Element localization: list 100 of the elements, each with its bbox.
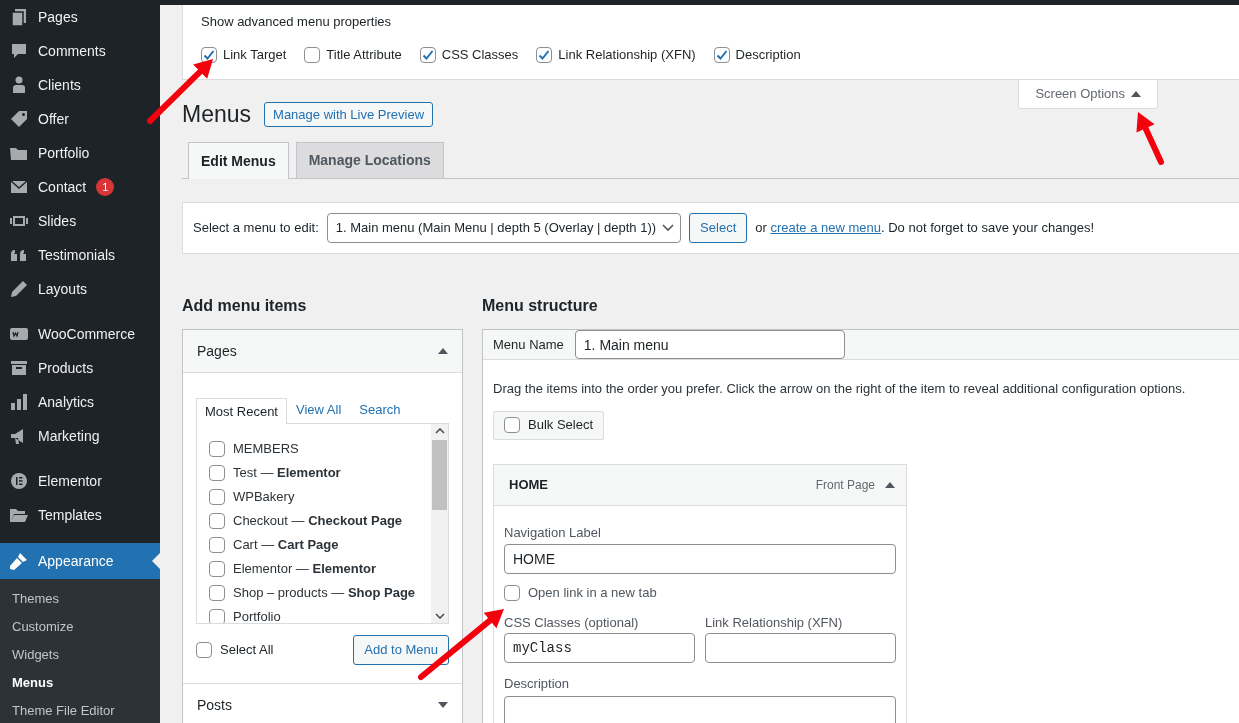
page-label: Elementor — Elementor: [233, 560, 377, 579]
section-heading: Add menu items: [182, 296, 308, 314]
section-heading: Menu structure: [482, 296, 599, 314]
field-label: Select a menu to edit:: [193, 219, 319, 238]
checkbox-label: Description: [735, 46, 801, 64]
checkbox[interactable]: [713, 46, 730, 63]
accordion-header[interactable]: Pages: [183, 330, 462, 373]
field-label: Navigation Label: [504, 523, 602, 542]
field-label: Link Relationship (XFN): [705, 613, 844, 632]
tab[interactable]: Edit Menus: [188, 142, 289, 179]
submenu-item[interactable]: Widgets: [0, 641, 160, 669]
chevron-down-icon: [662, 224, 675, 232]
live-preview-button[interactable]: Manage with Live Preview: [264, 102, 434, 127]
create-menu-link[interactable]: create a new menu: [770, 220, 881, 236]
checkbox-label: Link Relationship (XFN): [558, 46, 696, 64]
checkbox[interactable]: [196, 642, 212, 658]
field-label: Menu Name: [493, 335, 564, 354]
instructions-text: Drag the items into the order you prefer. Click the arrow on the right of the item to reveal additional configuration options.: [493, 380, 1187, 398]
tab[interactable]: Search: [350, 397, 410, 423]
page-label: MEMBERS: [233, 440, 299, 459]
scrollbar[interactable]: [431, 424, 448, 623]
caret-icon: [438, 348, 448, 354]
field-label: Description: [504, 675, 571, 693]
checkbox-label: Link Target: [223, 46, 287, 64]
sidebar-item[interactable]: Appearance: [0, 543, 160, 579]
checkbox[interactable]: [209, 585, 225, 601]
sidebar-item[interactable]: Slides: [0, 204, 160, 238]
caret-icon: [438, 702, 448, 708]
submenu-item[interactable]: Theme File Editor: [0, 697, 160, 723]
checkbox-label: Open link in a new tab: [528, 584, 657, 602]
add-to-menu-button[interactable]: Add to Menu: [353, 635, 449, 665]
navigation-label-field[interactable]: HOME: [504, 544, 896, 574]
checkbox[interactable]: [504, 417, 520, 433]
sidebar-item[interactable]: Analytics: [0, 385, 160, 419]
sidebar-item[interactable]: WooCommerce: [0, 317, 160, 351]
submenu-item[interactable]: Customize: [0, 613, 160, 641]
checkbox[interactable]: [536, 46, 553, 63]
annotation-arrow: [1136, 112, 1164, 165]
tab[interactable]: View All: [287, 397, 351, 423]
panel-heading: Show advanced menu properties: [201, 13, 393, 28]
sidebar-item[interactable]: Pages: [0, 0, 160, 34]
submenu-item[interactable]: Menus: [0, 669, 160, 697]
page-label: Portfolio: [233, 608, 281, 623]
checkbox[interactable]: [209, 441, 225, 457]
caret-icon: [1131, 91, 1141, 97]
help-text: or create a new menu. Do not forget to save your changes!: [755, 219, 1095, 238]
css-classes-field[interactable]: myClass: [504, 633, 695, 663]
tab[interactable]: Manage Locations: [295, 142, 444, 178]
notification-badge: 1: [96, 178, 115, 196]
checkbox-label: Title Attribute: [326, 46, 402, 64]
xfn-field[interactable]: [705, 633, 896, 663]
page-icon: [9, 7, 29, 27]
sidebar-item[interactable]: Contact 1: [0, 170, 160, 204]
screen-options-button[interactable]: Screen Options: [1018, 80, 1158, 109]
tab[interactable]: Most Recent: [196, 398, 287, 424]
sidebar-item[interactable]: Comments: [0, 34, 160, 68]
archive-box-icon: [9, 358, 29, 378]
bulk-select-button[interactable]: Bulk Select: [493, 410, 605, 440]
menu-item-header[interactable]: HOME Front Page: [494, 464, 906, 506]
page-label: Test — Elementor: [233, 464, 341, 483]
menu-dropdown[interactable]: 1. Main menu (Main Menu | depth 5 (Overlay | depth 1)): [326, 213, 682, 243]
checkbox[interactable]: [209, 609, 225, 623]
chevron-down-icon: [434, 613, 445, 619]
price-tag-icon: [9, 109, 29, 129]
sidebar-item[interactable]: Marketing: [0, 419, 160, 453]
page-title: Menus: [182, 103, 252, 126]
checkbox[interactable]: [201, 46, 217, 63]
chevron-up-icon: [434, 428, 445, 434]
checkbox[interactable]: [419, 46, 436, 63]
page-label: Checkout — Checkout Page: [233, 512, 403, 531]
checkbox-label: CSS Classes: [441, 46, 519, 64]
page-label: Shop – products — Shop Page: [233, 584, 416, 603]
sidebar-item[interactable]: Elementor: [0, 464, 160, 498]
item-type: Front Page: [815, 476, 875, 494]
accordion-header[interactable]: Posts: [183, 683, 462, 723]
caret-icon: [885, 481, 895, 488]
select-button[interactable]: Select: [689, 213, 748, 243]
sidebar-item[interactable]: Products: [0, 351, 160, 385]
page-label: WPBakery: [233, 488, 295, 507]
sidebar-item[interactable]: Layouts: [0, 272, 160, 306]
checkbox[interactable]: [304, 46, 321, 63]
submenu-item[interactable]: Themes: [0, 585, 160, 613]
menu-name-field[interactable]: 1. Main menu: [574, 330, 845, 359]
sidebar-item[interactable]: Portfolio: [0, 136, 160, 170]
checkbox[interactable]: [209, 465, 225, 481]
checkbox[interactable]: [209, 513, 225, 529]
sidebar-item[interactable]: Templates: [0, 498, 160, 532]
elementor-icon: [9, 471, 29, 491]
sidebar-item[interactable]: Testimonials: [0, 238, 160, 272]
sidebar-item[interactable]: Clients: [0, 68, 160, 102]
checkbox[interactable]: [209, 561, 225, 577]
checkbox[interactable]: [209, 489, 225, 505]
checkbox[interactable]: [504, 584, 520, 601]
field-label: CSS Classes (optional): [504, 613, 640, 632]
checkbox[interactable]: [209, 537, 225, 553]
checkbox-label: Select All: [220, 641, 274, 660]
bar-chart-icon: [9, 392, 29, 412]
paintbrush-icon: [9, 551, 29, 571]
sidebar-item[interactable]: Offer: [0, 102, 160, 136]
speech-bubble-icon: [9, 41, 29, 61]
